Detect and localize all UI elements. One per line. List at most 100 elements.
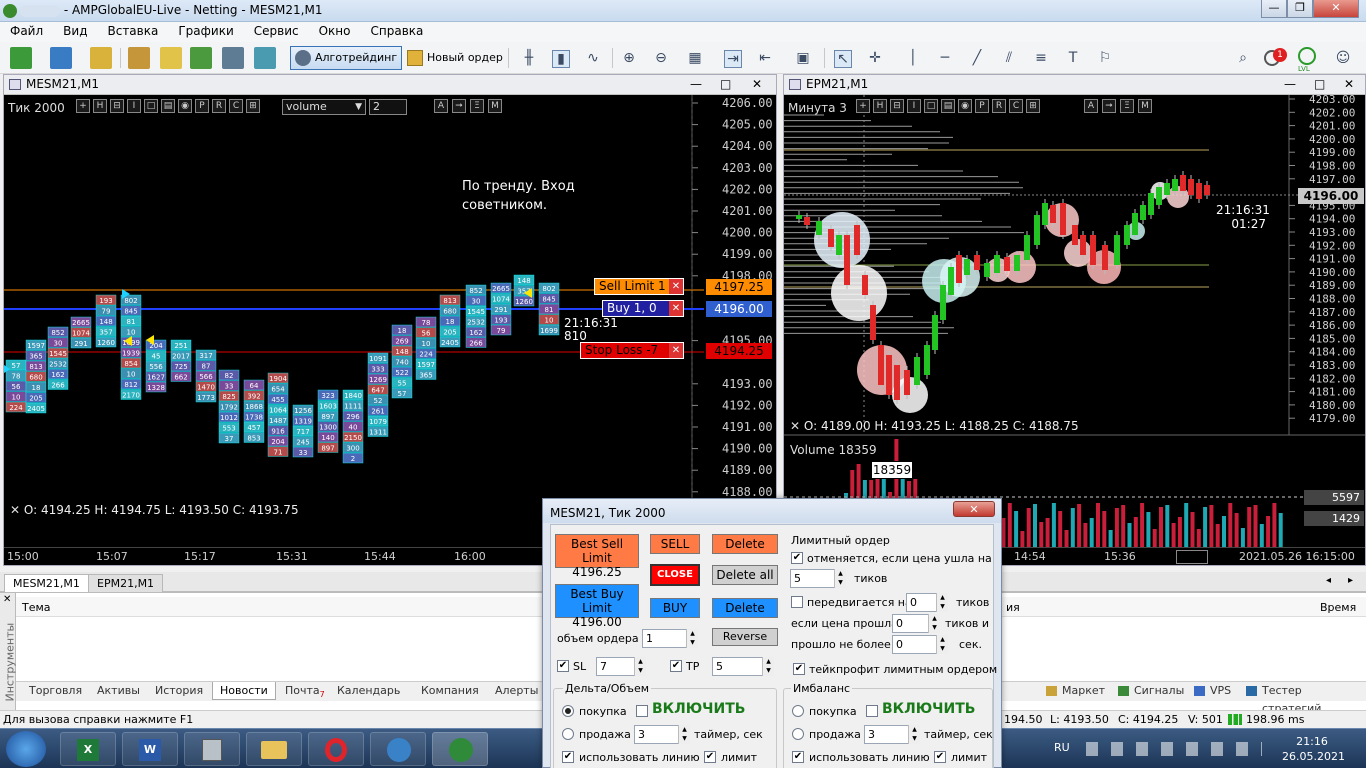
market-watch-icon[interactable] [90, 47, 112, 69]
tab-market[interactable]: Маркет [1042, 682, 1112, 700]
moves-by-spinner-icon[interactable]: ▲ ▼ [936, 593, 948, 612]
chart-control-button[interactable]: R [212, 99, 226, 113]
auto-scroll-icon[interactable]: ⇥ [724, 50, 742, 68]
tab-vps[interactable]: VPS [1190, 682, 1238, 700]
chart-control-button[interactable]: ◉ [178, 99, 192, 113]
delete-sell-button[interactable]: Delete [712, 534, 778, 554]
tp-spinner-icon[interactable]: ▲ ▼ [762, 657, 774, 676]
buy-button[interactable]: BUY [650, 598, 700, 618]
trendline-icon[interactable]: ╱ [968, 50, 986, 66]
level-icon[interactable] [1298, 47, 1316, 65]
explorer-taskbar-icon[interactable] [246, 732, 302, 766]
tile-windows-icon[interactable]: ▦ [686, 50, 704, 66]
imbalance-use-line-checkbox[interactable]: ✔ [792, 751, 804, 763]
tab-alerts[interactable]: Алерты [488, 682, 545, 700]
delete-buy-button[interactable]: Delete [712, 598, 778, 618]
menu-view[interactable]: Вид [53, 22, 97, 38]
close-window-button[interactable]: ✕ [1313, 0, 1359, 18]
chart-control-button[interactable]: P [195, 99, 209, 113]
taskbar-clock[interactable]: 21:16 26.05.2021 [1282, 734, 1345, 764]
moves-by-checkbox[interactable] [791, 596, 803, 608]
candlestick-icon[interactable]: ▮ [552, 50, 570, 68]
left-chart-maximize[interactable]: □ [720, 75, 731, 94]
close-position-button[interactable]: CLOSE [650, 564, 700, 586]
best-sell-limit-button[interactable]: Best Sell Limit 4196.25 [555, 534, 639, 579]
delta-use-line-checkbox[interactable]: ✔ [562, 751, 574, 763]
left-chart-minimize[interactable]: — [690, 75, 702, 94]
dialog-close-button[interactable]: ✕ [953, 501, 995, 517]
best-buy-limit-button[interactable]: Best Buy Limit 4196.00 [555, 584, 639, 629]
chart-control-button[interactable]: □ [924, 99, 938, 113]
excel-taskbar-icon[interactable]: X [60, 732, 116, 766]
tray-icons[interactable] [1086, 742, 1262, 756]
chart-control-button[interactable]: H [93, 99, 107, 113]
delta-sell-radio[interactable] [562, 728, 574, 740]
toolbox-close-icon[interactable]: ✕ [3, 594, 11, 605]
chart-control-button[interactable]: H [873, 99, 887, 113]
chart-control-button[interactable]: + [856, 99, 870, 113]
chart-control-button[interactable]: Ξ [470, 99, 484, 113]
chart-control-button[interactable]: + [76, 99, 90, 113]
imbalance-enable-checkbox[interactable] [866, 705, 878, 717]
chart-control-button[interactable]: C [1009, 99, 1023, 113]
new-order-button[interactable]: Новый ордер [402, 46, 508, 70]
left-chart-close[interactable]: ✕ [752, 75, 762, 94]
search-icon[interactable]: ⌕ [1234, 50, 1252, 66]
imbalance-limit-checkbox[interactable]: ✔ [934, 751, 946, 763]
signals-icon[interactable] [190, 47, 212, 69]
chart-control-button[interactable]: R [992, 99, 1006, 113]
passed-spinner-icon[interactable]: ▲ ▼ [928, 614, 940, 633]
data-window-icon[interactable] [128, 47, 150, 69]
shapes-icon[interactable]: ⚐ [1096, 50, 1114, 66]
sell-button[interactable]: SELL [650, 534, 700, 554]
chart-control-button[interactable]: ⊟ [890, 99, 904, 113]
terminal-icon[interactable] [222, 47, 244, 69]
reverse-button[interactable]: Reverse [712, 628, 778, 646]
right-chart-maximize[interactable]: □ [1314, 75, 1325, 94]
calculator-taskbar-icon[interactable] [184, 732, 240, 766]
cancel-if-checkbox[interactable]: ✔ [791, 552, 803, 564]
input-language[interactable]: RU [1054, 741, 1070, 754]
delta-timer-spinner-icon[interactable]: ▲ ▼ [678, 725, 690, 744]
col-source[interactable]: ия [1006, 601, 1020, 614]
chart-control-button[interactable]: ▤ [161, 99, 175, 113]
imbalance-buy-radio[interactable] [792, 705, 804, 717]
tab-scroll-right-icon[interactable]: ▸ [1348, 575, 1353, 586]
tab-scroll-left-icon[interactable]: ◂ [1326, 575, 1331, 586]
menu-help[interactable]: Справка [361, 22, 434, 38]
close-icon[interactable]: ✕ [669, 279, 683, 294]
start-button[interactable] [6, 731, 46, 767]
chart-control-button[interactable]: A [1084, 99, 1098, 113]
algotrading-button[interactable]: Алготрейдинг [290, 46, 403, 70]
tools-icon[interactable]: ✕ [10, 503, 20, 517]
chart-control-button[interactable]: I [127, 99, 141, 113]
right-chart-close[interactable]: ✕ [1344, 75, 1354, 94]
chart-control-button[interactable]: C [229, 99, 243, 113]
connection-icon[interactable] [1228, 714, 1242, 725]
menu-file[interactable]: Файл [0, 22, 53, 38]
profiles-icon[interactable] [50, 47, 72, 69]
opera-taskbar-icon[interactable] [308, 732, 364, 766]
close-icon[interactable]: ✕ [669, 301, 683, 316]
volume-dropdown[interactable]: volume ▼ [282, 99, 366, 115]
chart-control-button[interactable]: M [488, 99, 502, 113]
delta-enable-checkbox[interactable] [636, 705, 648, 717]
delta-limit-checkbox[interactable]: ✔ [704, 751, 716, 763]
metatrader-taskbar-icon[interactable] [432, 732, 488, 766]
chart-control-button[interactable]: ⊞ [1026, 99, 1040, 113]
templates-icon[interactable]: ▣ [794, 50, 812, 66]
tp-limit-checkbox[interactable]: ✔ [793, 663, 805, 675]
chart-control-button[interactable]: P [975, 99, 989, 113]
tab-news[interactable]: Новости [212, 682, 276, 700]
chart-shift-icon[interactable]: ⇤ [756, 50, 774, 66]
menu-charts[interactable]: Графики [168, 22, 243, 38]
new-chart-icon[interactable] [10, 47, 32, 69]
menu-window[interactable]: Окно [309, 22, 361, 38]
menu-insert[interactable]: Вставка [97, 22, 168, 38]
minimize-button[interactable]: — [1261, 0, 1287, 18]
stop-loss-tag[interactable]: Stop Loss -7 ✕ [580, 342, 684, 359]
cancel-ticks-spinner-icon[interactable]: ▲ ▼ [834, 569, 846, 588]
zoom-in-icon[interactable]: ⊕ [620, 50, 638, 66]
chart-control-button[interactable]: ◉ [958, 99, 972, 113]
chart-control-button[interactable]: I [907, 99, 921, 113]
